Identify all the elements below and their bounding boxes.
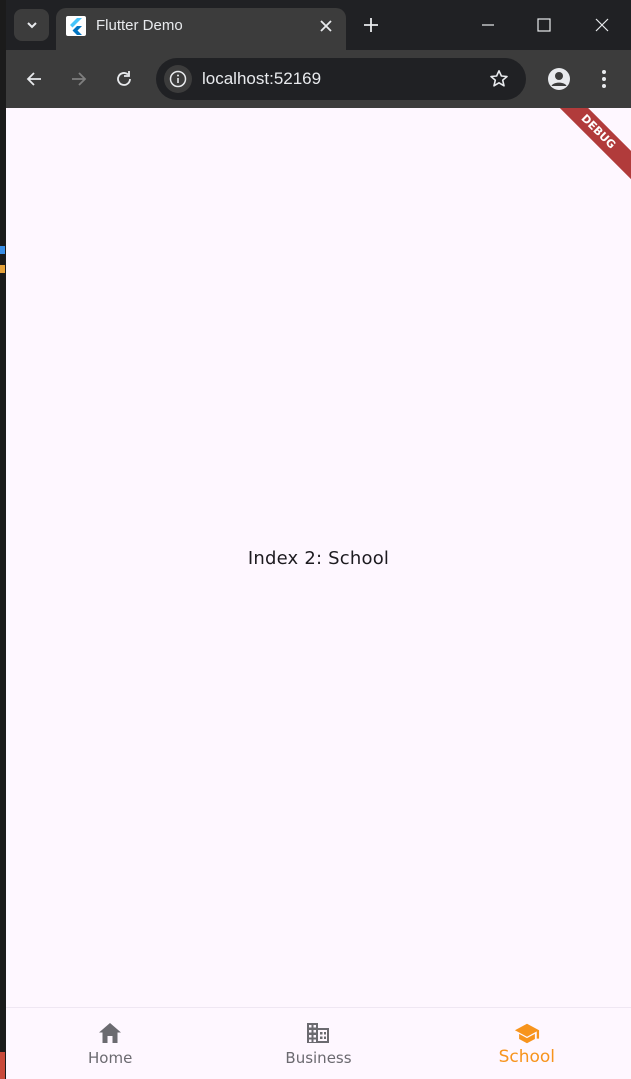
profile-button[interactable] bbox=[544, 64, 574, 94]
site-info-button[interactable] bbox=[164, 65, 192, 93]
close-icon bbox=[595, 18, 609, 32]
menu-button[interactable] bbox=[589, 64, 619, 94]
nav-item-home[interactable]: Home bbox=[6, 1008, 214, 1079]
close-tab-button[interactable] bbox=[314, 14, 338, 38]
desktop-marker-blue bbox=[0, 246, 5, 254]
back-button[interactable] bbox=[19, 64, 49, 94]
school-icon bbox=[514, 1020, 540, 1046]
tab-title: Flutter Demo bbox=[96, 17, 183, 34]
star-icon bbox=[490, 70, 508, 87]
desktop-marker-red bbox=[0, 1052, 5, 1079]
chevron-down-icon bbox=[26, 22, 37, 29]
tab-strip: Flutter Demo bbox=[6, 0, 631, 50]
home-icon bbox=[97, 1020, 123, 1046]
nav-label-school: School bbox=[498, 1047, 556, 1067]
new-tab-button[interactable] bbox=[358, 12, 384, 38]
page-viewport: DEBUG Index 2: School Home Business Scho… bbox=[6, 108, 631, 1079]
maximize-icon bbox=[537, 18, 551, 32]
url-text: localhost:52169 bbox=[202, 69, 322, 88]
arrow-left-icon bbox=[26, 72, 41, 86]
reload-icon bbox=[117, 71, 131, 86]
close-icon bbox=[320, 20, 332, 32]
minimize-icon bbox=[482, 24, 494, 26]
nav-label-business: Business bbox=[285, 1049, 352, 1067]
tab-search-button[interactable] bbox=[14, 9, 49, 41]
debug-banner: DEBUG bbox=[544, 108, 631, 186]
forward-button[interactable] bbox=[64, 64, 94, 94]
account-icon bbox=[548, 68, 570, 90]
flutter-logo-icon bbox=[66, 16, 86, 36]
bottom-navigation-bar: Home Business School bbox=[6, 1007, 631, 1079]
minimize-button[interactable] bbox=[466, 8, 510, 42]
plus-icon bbox=[364, 18, 378, 32]
selected-index-text: Index 2: School bbox=[247, 548, 390, 569]
bookmark-button[interactable] bbox=[488, 68, 510, 90]
maximize-button[interactable] bbox=[522, 8, 566, 42]
browser-window: Flutter Demo localhost:52169 DEBUG Index… bbox=[6, 0, 631, 1079]
nav-label-home: Home bbox=[88, 1049, 133, 1067]
more-vert-icon bbox=[602, 70, 606, 88]
nav-item-business[interactable]: Business bbox=[214, 1008, 422, 1079]
browser-toolbar: localhost:52169 bbox=[6, 50, 631, 108]
address-bar[interactable]: localhost:52169 bbox=[156, 58, 526, 100]
business-icon bbox=[305, 1020, 331, 1046]
reload-button[interactable] bbox=[109, 64, 139, 94]
close-window-button[interactable] bbox=[580, 8, 624, 42]
arrow-right-icon bbox=[72, 72, 87, 86]
active-tab[interactable]: Flutter Demo bbox=[56, 8, 346, 50]
desktop-marker-orange bbox=[0, 265, 5, 273]
info-icon bbox=[169, 70, 187, 88]
nav-item-school[interactable]: School bbox=[423, 1008, 631, 1079]
